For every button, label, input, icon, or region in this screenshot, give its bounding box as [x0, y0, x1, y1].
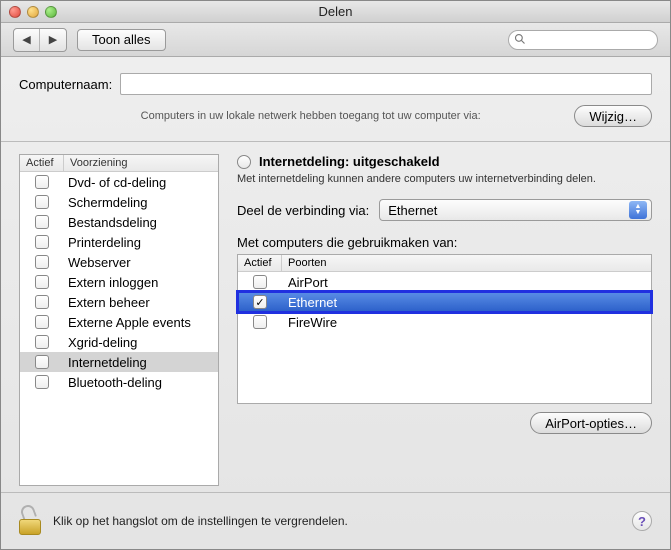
computer-name-panel: Computernaam: Computers in uw lokale net… — [1, 57, 670, 137]
lock-icon[interactable] — [19, 507, 43, 535]
services-table: Actief Voorziening Dvd- of cd-deling Sche… — [19, 154, 219, 486]
service-checkbox[interactable] — [35, 375, 49, 389]
computer-name-input[interactable] — [120, 73, 652, 95]
status-title: Internetdeling: uitgeschakeld — [259, 154, 440, 169]
ports-label: Met computers die gebruikmaken van: — [237, 235, 652, 250]
service-label: Externe Apple events — [64, 315, 218, 330]
service-row[interactable]: Webserver — [20, 252, 218, 272]
service-label: Schermdeling — [64, 195, 218, 210]
port-label: Ethernet — [282, 295, 651, 310]
services-header-service: Voorziening — [64, 155, 218, 171]
detail-panel: Internetdeling: uitgeschakeld Met intern… — [237, 154, 652, 486]
port-checkbox[interactable] — [253, 315, 267, 329]
toolbar: ◀ ▶ Toon alles — [1, 23, 670, 57]
service-checkbox[interactable] — [35, 355, 49, 369]
computer-name-label: Computernaam: — [19, 77, 112, 92]
lock-row: Klik op het hangslot om de instellingen … — [1, 492, 670, 549]
computer-name-hint: Computers in uw lokale netwerk hebben to… — [19, 110, 562, 122]
service-checkbox[interactable] — [35, 275, 49, 289]
help-button[interactable]: ? — [632, 511, 652, 531]
service-row[interactable]: Dvd- of cd-deling — [20, 172, 218, 192]
service-label: Webserver — [64, 255, 218, 270]
service-row[interactable]: Xgrid-deling — [20, 332, 218, 352]
edit-button[interactable]: Wijzig… — [574, 105, 652, 127]
minimize-icon[interactable] — [27, 6, 39, 18]
service-checkbox[interactable] — [35, 175, 49, 189]
airport-options-button[interactable]: AirPort-opties… — [530, 412, 652, 434]
service-checkbox[interactable] — [35, 215, 49, 229]
service-checkbox[interactable] — [35, 255, 49, 269]
port-checkbox[interactable]: ✓ — [253, 295, 267, 309]
popup-arrows-icon: ▲▼ — [629, 201, 647, 219]
port-label: FireWire — [282, 315, 651, 330]
titlebar: Delen — [1, 1, 670, 23]
port-row[interactable]: FireWire — [238, 312, 651, 332]
service-checkbox[interactable] — [35, 195, 49, 209]
search-field-wrap — [508, 30, 658, 50]
ports-header: Actief Poorten — [238, 255, 651, 272]
port-checkbox[interactable] — [253, 275, 267, 289]
service-label: Bestandsdeling — [64, 215, 218, 230]
service-row[interactable]: Printerdeling — [20, 232, 218, 252]
service-label: Extern inloggen — [64, 275, 218, 290]
service-row[interactable]: Externe Apple events — [20, 312, 218, 332]
service-checkbox[interactable] — [35, 235, 49, 249]
status-indicator-icon — [237, 155, 251, 169]
services-header-active: Actief — [20, 155, 64, 171]
service-row[interactable]: Schermdeling — [20, 192, 218, 212]
ports-table: Actief Poorten AirPort ✓ Ethernet FireWire — [237, 254, 652, 404]
service-label: Printerdeling — [64, 235, 218, 250]
window-title: Delen — [1, 4, 670, 19]
service-label: Bluetooth-deling — [64, 375, 218, 390]
search-input[interactable] — [508, 30, 658, 50]
services-header: Actief Voorziening — [20, 155, 218, 172]
service-label: Dvd- of cd-deling — [64, 175, 218, 190]
window-controls — [1, 6, 57, 18]
search-icon — [514, 33, 526, 45]
content: Computernaam: Computers in uw lokale net… — [1, 57, 670, 549]
main-panel: Actief Voorziening Dvd- of cd-deling Sche… — [1, 142, 670, 492]
ports-header-ports: Poorten — [282, 255, 651, 271]
show-all-button[interactable]: Toon alles — [77, 29, 166, 51]
port-label: AirPort — [282, 275, 651, 290]
service-row[interactable]: Internetdeling — [20, 352, 218, 372]
back-button[interactable]: ◀ — [14, 29, 40, 51]
lock-text: Klik op het hangslot om de instellingen … — [53, 514, 348, 528]
service-row[interactable]: Extern inloggen — [20, 272, 218, 292]
share-connection-value: Ethernet — [388, 203, 629, 218]
forward-button[interactable]: ▶ — [40, 29, 66, 51]
ports-header-active: Actief — [238, 255, 282, 271]
status-description: Met internetdeling kunnen andere compute… — [237, 173, 652, 185]
close-icon[interactable] — [9, 6, 21, 18]
sharing-prefs-window: Delen ◀ ▶ Toon alles Computernaam: Compu… — [0, 0, 671, 550]
share-connection-popup[interactable]: Ethernet ▲▼ — [379, 199, 652, 221]
service-label: Extern beheer — [64, 295, 218, 310]
service-checkbox[interactable] — [35, 315, 49, 329]
service-checkbox[interactable] — [35, 335, 49, 349]
service-row[interactable]: Bestandsdeling — [20, 212, 218, 232]
share-connection-label: Deel de verbinding via: — [237, 203, 369, 218]
nav-segmented: ◀ ▶ — [13, 28, 67, 52]
port-row[interactable]: ✓ Ethernet — [238, 292, 651, 312]
service-label: Internetdeling — [64, 355, 218, 370]
port-row[interactable]: AirPort — [238, 272, 651, 292]
zoom-icon[interactable] — [45, 6, 57, 18]
service-row[interactable]: Extern beheer — [20, 292, 218, 312]
service-row[interactable]: Bluetooth-deling — [20, 372, 218, 392]
service-label: Xgrid-deling — [64, 335, 218, 350]
service-checkbox[interactable] — [35, 295, 49, 309]
